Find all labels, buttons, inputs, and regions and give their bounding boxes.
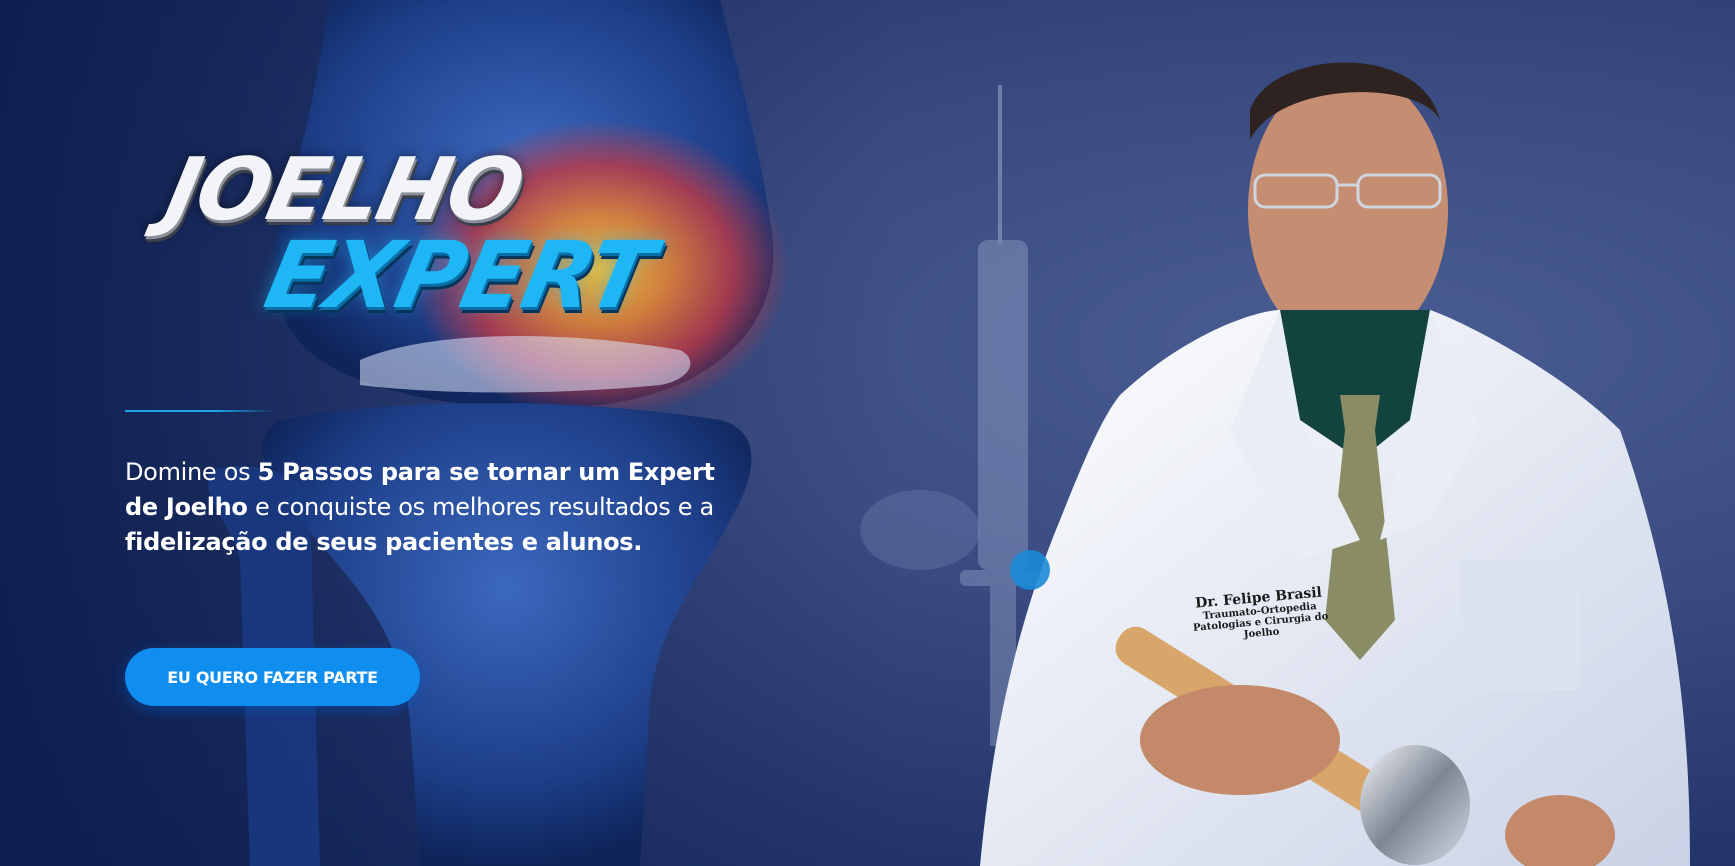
hero-background-art bbox=[0, 0, 1690, 866]
tagline-bold-2: fidelização de seus pacientes e alunos. bbox=[125, 528, 643, 556]
hero-section: JOELHO EXPERT Domine os 5 Passos para se… bbox=[0, 0, 1735, 866]
join-cta-button[interactable]: EU QUERO FAZER PARTE bbox=[125, 648, 420, 706]
decorative-divider bbox=[125, 410, 275, 412]
tagline-part-1: Domine os bbox=[125, 458, 258, 486]
hero-tagline: Domine os 5 Passos para se tornar um Exp… bbox=[125, 455, 735, 560]
tagline-part-2: e conquiste os melhores resultados e a bbox=[247, 493, 714, 521]
logo-word-expert: EXPERT bbox=[256, 222, 661, 329]
joelho-expert-logo: JOELHO EXPERT bbox=[157, 140, 661, 360]
